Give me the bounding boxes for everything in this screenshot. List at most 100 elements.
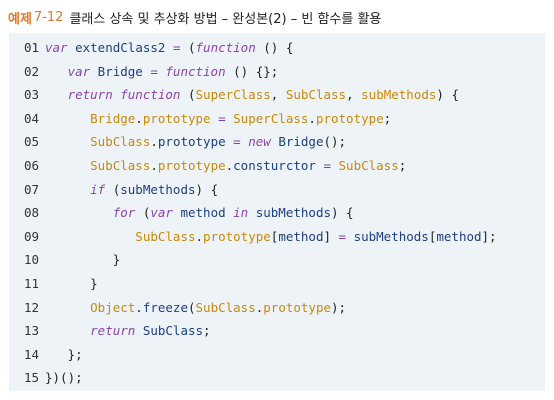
code-token: ( xyxy=(180,87,196,103)
code-block: 01 var extendClass2 = (function () { 02 var… xyxy=(9,33,545,391)
line-number: 02 xyxy=(23,63,39,79)
code-token: SubClass xyxy=(338,158,399,173)
code-token: consturctor xyxy=(233,158,316,173)
code-token: subMethods xyxy=(255,205,331,221)
code-token: ]; xyxy=(481,228,497,244)
code-line: 09 SubClass.prototype[method] = subMethod… xyxy=(9,225,497,249)
code-token: . xyxy=(195,228,204,244)
code-token: SubClass xyxy=(135,228,196,244)
code-line: 03 return function (SuperClass, SubClass,… xyxy=(9,83,459,107)
code-token: prototype xyxy=(315,110,384,126)
code-token: function xyxy=(195,40,256,55)
code-token: , xyxy=(270,87,286,103)
example-heading: 예제 7-12 클래스 상속 및 추상화 방법 – 완성본(2) – 빈 함수를… xyxy=(8,6,381,28)
code-token: ( xyxy=(187,299,196,315)
code-token: function xyxy=(120,87,181,103)
code-text: }; xyxy=(45,343,83,367)
line-number: 06 xyxy=(23,158,39,173)
code-text: Bridge.prototype = SuperClass.prototype; xyxy=(45,107,391,131)
code-token: . xyxy=(150,134,158,150)
code-text: return SubClass; xyxy=(45,319,210,343)
code-line: 08 for (var method in subMethods) { xyxy=(9,201,354,225)
code-token: prototype xyxy=(263,299,331,315)
example-title: 클래스 상속 및 추상화 방법 – 완성본(2) – 빈 함수를 활용 xyxy=(69,11,382,27)
code-token: subMethods xyxy=(120,181,196,197)
code-line: 02 var Bridge = function () {}; xyxy=(9,60,278,84)
example-label: 예제 xyxy=(8,11,32,27)
code-token: }; xyxy=(67,346,83,362)
code-token: } xyxy=(90,276,98,291)
code-line: 05 SubClass.prototype = new Bridge(); xyxy=(9,130,346,154)
code-token: SuperClass xyxy=(195,87,271,103)
code-token: . xyxy=(150,158,158,173)
code-line: 13 return SubClass; xyxy=(9,319,211,343)
code-token: SubClass xyxy=(142,323,204,339)
code-token: () { xyxy=(255,40,294,55)
line-number: 07 xyxy=(23,181,39,197)
code-token: extendClass2 xyxy=(75,40,166,55)
code-token: = xyxy=(165,40,188,55)
code-token: = xyxy=(331,228,354,244)
line-number: 03 xyxy=(23,87,39,103)
code-token: subMethods xyxy=(361,87,437,103)
code-token: if xyxy=(90,181,113,197)
code-text: } xyxy=(45,272,98,296)
code-token: SuperClass xyxy=(233,110,309,126)
code-token: for xyxy=(112,205,143,221)
code-text: var Bridge = function () {}; xyxy=(45,60,279,84)
line-number: 09 xyxy=(23,228,39,244)
code-token: })(); xyxy=(45,370,83,386)
line-number: 15 xyxy=(23,370,39,386)
line-number: 14 xyxy=(23,346,39,362)
code-token: ) { xyxy=(195,181,219,197)
code-token: method xyxy=(278,228,324,244)
code-token: Bridge xyxy=(90,110,136,126)
code-token: new xyxy=(248,134,279,150)
code-token: ; xyxy=(383,110,392,126)
code-token: = xyxy=(225,134,249,150)
code-token: ) { xyxy=(331,205,354,221)
code-token: in xyxy=(233,205,256,221)
code-text: var extendClass2 = (function () { xyxy=(45,36,293,60)
code-token: = xyxy=(210,110,234,126)
code-token: . xyxy=(135,110,143,126)
code-text: SubClass.prototype[method] = subMethods[… xyxy=(45,225,497,249)
code-line: 11} xyxy=(9,272,98,296)
code-token: method xyxy=(180,205,234,221)
code-token: Bridge xyxy=(278,134,324,150)
code-token: (); xyxy=(323,134,347,150)
code-token: Bridge xyxy=(97,63,143,79)
code-token: = xyxy=(142,63,166,79)
code-token: SubClass xyxy=(90,134,151,150)
code-token: ; xyxy=(398,158,407,173)
code-line: 01 var extendClass2 = (function () { xyxy=(9,36,293,60)
code-token: prototype xyxy=(157,158,226,173)
code-text: Object.freeze(SubClass.prototype); xyxy=(45,296,346,320)
code-token: return xyxy=(67,87,121,103)
example-number: 7-12 xyxy=(33,9,64,25)
code-token: . xyxy=(135,299,143,315)
code-text: if (subMethods) { xyxy=(45,178,218,202)
code-token: } xyxy=(112,252,121,268)
code-token: SubClass xyxy=(195,299,256,315)
code-token: , xyxy=(346,87,362,103)
code-text: } xyxy=(45,248,121,272)
code-line: 12 Object.freeze(SubClass.prototype); xyxy=(9,296,346,320)
code-line: 04 Bridge.prototype = SuperClass.prototyp… xyxy=(9,107,391,131)
code-token: prototype xyxy=(203,228,271,244)
line-number: 10 xyxy=(23,252,39,268)
code-token: ( xyxy=(188,40,196,55)
code-token: subMethods xyxy=(353,228,429,244)
line-number: 12 xyxy=(23,299,39,315)
code-token: return xyxy=(90,323,143,339)
code-token: SubClass xyxy=(90,158,151,173)
code-token: () {}; xyxy=(225,63,279,79)
code-token: SubClass xyxy=(285,87,347,103)
code-token: ) { xyxy=(436,87,459,103)
code-line: 14}; xyxy=(9,343,83,367)
code-line: 15 })(); xyxy=(9,366,83,390)
code-token: method xyxy=(436,228,482,244)
code-token: = xyxy=(315,158,339,173)
line-number: 11 xyxy=(23,276,39,291)
code-text: for (var method in subMethods) { xyxy=(45,201,354,225)
